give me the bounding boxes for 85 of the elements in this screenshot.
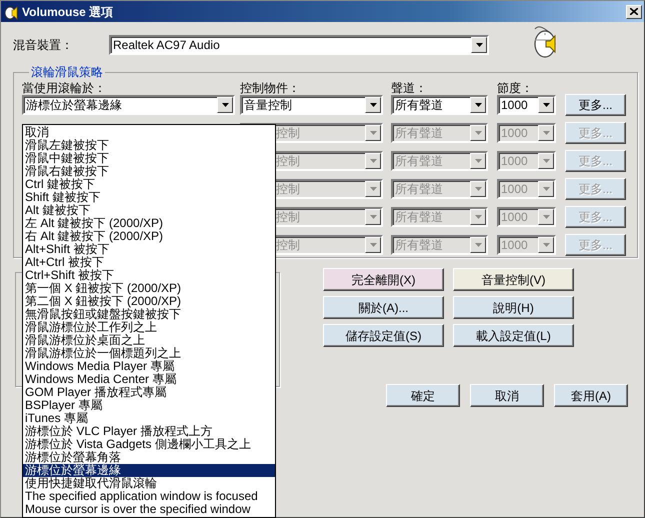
dialog-button[interactable]: 確定: [386, 384, 460, 407]
action-button[interactable]: 儲存設定值(S): [323, 324, 444, 347]
list-option[interactable]: iTunes 專屬: [23, 412, 275, 425]
action-button[interactable]: 音量控制(V): [453, 268, 574, 291]
list-option[interactable]: 游標位於 Vista Gadgets 側邊欄小工具之上: [23, 438, 275, 451]
dropdown-arrow-button[interactable]: [365, 209, 381, 225]
dropdown-arrow-button[interactable]: [470, 237, 486, 253]
caret-icon: [476, 43, 482, 47]
list-option[interactable]: 第一個 X 鈕被按下 (2000/XP): [23, 282, 275, 295]
column-header: 當使用滾輪於：: [22, 80, 107, 95]
dropdown-arrow-button[interactable]: [471, 37, 487, 53]
dropdown-arrow-button[interactable]: [365, 237, 381, 253]
dropdown-arrow-button[interactable]: [538, 153, 554, 169]
dropdown-arrow-button[interactable]: [217, 97, 233, 113]
trigger-dropdown[interactable]: 游標位於螢幕邊緣: [22, 95, 235, 115]
list-option[interactable]: 滑鼠游標位於一個標題列之上: [23, 347, 275, 360]
list-option[interactable]: Alt+Ctrl 被按下: [23, 256, 275, 269]
window-title: Volumouse 選項: [22, 4, 114, 20]
list-option[interactable]: BSPlayer 專屬: [23, 399, 275, 412]
caret-icon: [370, 131, 376, 135]
caret-icon: [370, 103, 376, 107]
dropdown-arrow-button[interactable]: [365, 153, 381, 169]
dropdown-arrow-button[interactable]: [538, 125, 554, 141]
mixer-label: 混音裝置：: [13, 37, 74, 54]
channel-dropdown[interactable]: 所有聲道: [391, 95, 488, 115]
dropdown-arrow-button[interactable]: [365, 181, 381, 197]
list-option[interactable]: 使用快捷鍵取代滑鼠滾輪: [23, 477, 275, 490]
caret-icon: [474, 159, 482, 163]
dialog-button[interactable]: 取消: [470, 384, 544, 407]
action-button[interactable]: 載入設定值(L): [453, 324, 574, 347]
caret-icon: [474, 215, 482, 219]
caret-icon: [370, 187, 376, 191]
caret-icon: [474, 187, 482, 191]
list-option[interactable]: The specified application window is focused: [23, 490, 275, 503]
dropdown-arrow-button[interactable]: [365, 97, 381, 113]
step-dropdown[interactable]: 1000: [497, 95, 556, 115]
list-option[interactable]: 游標位於 VLC Player 播放程式上方: [23, 425, 275, 438]
dropdown-arrow-button[interactable]: [538, 209, 554, 225]
dropdown-arrow-button[interactable]: [538, 181, 554, 197]
close-button[interactable]: [626, 4, 642, 18]
action-button[interactable]: 關於(A)...: [323, 296, 444, 319]
control-dropdown[interactable]: 音量控制: [240, 95, 383, 115]
caret-icon: [542, 103, 550, 107]
list-option[interactable]: GOM Player 播放程式專屬: [23, 386, 275, 399]
list-option[interactable]: 滑鼠游標位於工作列之上: [23, 321, 275, 334]
list-option[interactable]: Mouse cursor is over the specified window: [23, 503, 275, 516]
dropdown-arrow-button[interactable]: [470, 125, 486, 141]
caret-icon: [542, 159, 550, 163]
list-option[interactable]: 游標位於螢幕角落: [23, 451, 275, 464]
more-button[interactable]: 更多...: [565, 94, 626, 116]
dropdown-arrow-button[interactable]: [470, 153, 486, 169]
caret-icon: [474, 103, 482, 107]
caret-icon: [542, 187, 550, 191]
dropdown-arrow-button[interactable]: [365, 125, 381, 141]
list-option[interactable]: Windows Media Player 專屬: [23, 360, 275, 373]
list-option[interactable]: 滑鼠游標位於桌面之上: [23, 334, 275, 347]
action-button[interactable]: 完全離開(X): [323, 268, 444, 291]
column-header: 節度：: [497, 80, 534, 95]
list-option[interactable]: 無滑鼠按鈕或鍵盤按鍵被按下: [23, 308, 275, 321]
action-button[interactable]: 說明(H): [453, 296, 574, 319]
caret-icon: [370, 243, 376, 247]
caret-icon: [542, 243, 550, 247]
dropdown-arrow-button[interactable]: [538, 237, 554, 253]
caret-icon: [542, 215, 550, 219]
dropdown-arrow-button[interactable]: [538, 97, 554, 113]
caret-icon: [474, 243, 482, 247]
caret-icon: [474, 131, 482, 135]
group-title: 滾輪滑鼠策略: [30, 65, 104, 79]
app-icon: [3, 4, 19, 20]
caret-icon: [370, 159, 376, 163]
caret-icon: [222, 103, 228, 107]
column-header: 聲道：: [391, 80, 428, 95]
dialog-button[interactable]: 套用(A): [554, 384, 628, 407]
list-option[interactable]: 游標位於螢幕邊緣: [23, 464, 275, 477]
dropdown-arrow-button[interactable]: [470, 181, 486, 197]
list-option[interactable]: Ctrl+Shift 被按下: [23, 269, 275, 282]
dropdown-arrow-button[interactable]: [470, 209, 486, 225]
list-option[interactable]: Windows Media Center 專屬: [23, 373, 275, 386]
caret-icon: [542, 131, 550, 135]
mixer-dropdown[interactable]: Realtek AC97 Audio: [109, 35, 489, 55]
list-option[interactable]: 第二個 X 鈕被按下 (2000/XP): [23, 295, 275, 308]
caret-icon: [370, 215, 376, 219]
column-header: 控制物件：: [240, 80, 301, 95]
dropdown-arrow-button[interactable]: [470, 97, 486, 113]
close-icon: [630, 8, 638, 15]
